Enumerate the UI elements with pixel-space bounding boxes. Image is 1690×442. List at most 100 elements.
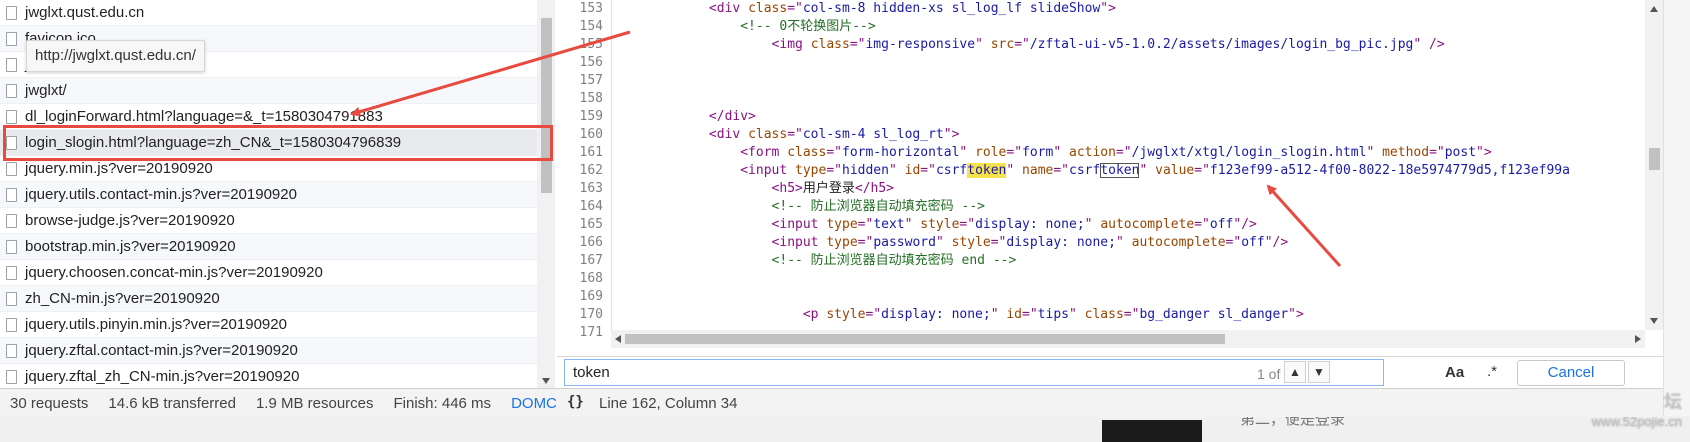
url-tooltip: http://jwglxt.qust.edu.cn/ bbox=[26, 40, 205, 72]
request-row[interactable]: jquery.min.js?ver=20190920 bbox=[0, 156, 537, 182]
line-number: 158 bbox=[579, 91, 603, 106]
background-window bbox=[0, 416, 1690, 442]
code-vertical-scrollbar[interactable] bbox=[1645, 0, 1663, 330]
scrollbar-thumb[interactable] bbox=[541, 18, 552, 193]
line-number: 166 bbox=[579, 235, 603, 250]
next-match-button[interactable]: ▼ bbox=[1308, 361, 1330, 383]
line-number: 170 bbox=[579, 307, 603, 322]
code-line: <!-- 防止浏览器自动填充密码 --> bbox=[615, 198, 985, 216]
request-name: dl_loginForward.html?language=&_t=158030… bbox=[25, 108, 383, 125]
code-token: style bbox=[951, 235, 991, 250]
code-token: style bbox=[920, 217, 960, 232]
file-icon bbox=[6, 291, 17, 306]
code-horizontal-scrollbar[interactable] bbox=[611, 330, 1645, 348]
code-token: img-responsive bbox=[865, 37, 976, 52]
request-row[interactable]: zh_CN-min.js?ver=20190920 bbox=[0, 286, 537, 312]
scroll-left-icon[interactable] bbox=[615, 335, 621, 343]
code-token: /zftal-ui-v5-1.0.2/assets/images/login_b… bbox=[1029, 37, 1414, 52]
code-token: id bbox=[904, 163, 921, 178]
code-token: " bbox=[1053, 145, 1069, 160]
cancel-button[interactable]: Cancel bbox=[1517, 360, 1625, 386]
line-number: 160 bbox=[579, 127, 603, 142]
request-name: zh_CN-min.js?ver=20190920 bbox=[25, 290, 220, 307]
code-line: <!-- 0不轮换图片--> bbox=[615, 18, 876, 36]
request-row[interactable]: bootstrap.min.js?ver=20190920 bbox=[0, 234, 537, 260]
request-name: jquery.zftal.contact-min.js?ver=20190920 bbox=[25, 342, 298, 359]
request-row[interactable]: jquery.choosen.concat-min.js?ver=2019092… bbox=[0, 260, 537, 286]
code-token: =" bbox=[920, 163, 936, 178]
scroll-down-icon[interactable] bbox=[542, 378, 550, 384]
line-number: 167 bbox=[579, 253, 603, 268]
request-row[interactable]: jwglxt.qust.edu.cn bbox=[0, 0, 537, 26]
code-token: action bbox=[1069, 145, 1116, 160]
code-token: =" bbox=[826, 145, 842, 160]
request-row[interactable]: login_slogin.html?language=zh_CN&_t=1580… bbox=[0, 130, 537, 156]
code-token: =" bbox=[1006, 145, 1023, 160]
previous-match-button[interactable]: ▲ bbox=[1284, 361, 1306, 383]
code-token: <div bbox=[708, 1, 749, 16]
request-row[interactable]: jquery.utils.contact-min.js?ver=20190920 bbox=[0, 182, 537, 208]
code-token: class bbox=[810, 37, 850, 52]
request-row[interactable]: jquery.zftal_zh_CN-min.js?ver=20190920 bbox=[0, 364, 537, 388]
code-token: " bbox=[935, 235, 952, 250]
code-token: " bbox=[959, 145, 976, 160]
pretty-print-button[interactable]: {} bbox=[567, 394, 584, 410]
code-token: =" bbox=[1194, 217, 1210, 232]
code-token: =" bbox=[787, 127, 803, 142]
search-bar: 1 of 2 ▲ ▼ Aa .* Cancel bbox=[557, 356, 1663, 389]
code-line: <div class="col-sm-8 hidden-xs sl_log_lf… bbox=[615, 0, 1116, 18]
request-row[interactable]: jquery.utils.pinyin.min.js?ver=20190920 bbox=[0, 312, 537, 338]
scroll-down-icon[interactable] bbox=[1650, 318, 1658, 324]
request-name: jquery.utils.pinyin.min.js?ver=20190920 bbox=[25, 316, 287, 333]
code-token: col-sm-8 hidden-xs sl_log_lf slideShow bbox=[802, 1, 1101, 16]
request-row[interactable]: browse-judge.js?ver=20190920 bbox=[0, 208, 537, 234]
code-token: =" bbox=[826, 163, 842, 178]
code-token: off bbox=[1241, 235, 1265, 250]
code-token: </div> bbox=[708, 109, 756, 124]
code-token: <div bbox=[708, 127, 749, 142]
scroll-right-icon[interactable] bbox=[1635, 335, 1641, 343]
request-row[interactable]: dl_loginForward.html?language=&_t=158030… bbox=[0, 104, 537, 130]
scrollbar-thumb[interactable] bbox=[1649, 148, 1660, 170]
code-token: class bbox=[1084, 307, 1124, 322]
file-icon bbox=[6, 187, 17, 202]
scrollbar-thumb[interactable] bbox=[625, 334, 1225, 344]
code-token: display: none; bbox=[1006, 235, 1116, 250]
code-line: <input type="text" style="display: none;… bbox=[615, 216, 1257, 234]
code-area[interactable]: <div class =" col-sm-8 hidden-xs sl_log_lf… bbox=[615, 0, 1645, 330]
line-number: 169 bbox=[579, 289, 603, 304]
scroll-up-icon[interactable] bbox=[1650, 6, 1658, 12]
code-token: <form bbox=[740, 145, 788, 160]
domcontentloaded-time: DOMC bbox=[511, 394, 557, 412]
request-name: login_slogin.html?language=zh_CN&_t=1580… bbox=[25, 134, 402, 151]
request-name: jquery.zftal_zh_CN-min.js?ver=20190920 bbox=[25, 368, 300, 385]
code-token: bg_danger sl_danger bbox=[1139, 307, 1289, 322]
code-token: f123ef99-a512-4f00-8022-18e5974779d5,f12… bbox=[1209, 163, 1570, 178]
request-row[interactable]: jwglxt/ bbox=[0, 78, 537, 104]
request-row[interactable]: jquery.zftal.contact-min.js?ver=20190920 bbox=[0, 338, 537, 364]
code-token: " bbox=[904, 217, 921, 232]
code-token: csrf bbox=[935, 163, 968, 178]
regex-toggle[interactable]: .* bbox=[1487, 363, 1497, 380]
code-token: =" bbox=[1429, 145, 1445, 160]
code-token: =" bbox=[1194, 163, 1210, 178]
request-name: jquery.min.js?ver=20190920 bbox=[25, 160, 213, 177]
code-token: =" bbox=[1115, 145, 1132, 160]
match-case-toggle[interactable]: Aa bbox=[1445, 364, 1464, 381]
line-number: 155 bbox=[579, 37, 603, 52]
chevron-up-icon: ▲ bbox=[1289, 365, 1301, 379]
code-token: password bbox=[873, 235, 936, 250]
code-token: <!-- 0不轮换图片--> bbox=[740, 19, 876, 34]
file-icon bbox=[6, 31, 17, 46]
code-line: <input type="hidden" id="csrftoken" name… bbox=[615, 162, 1570, 180]
code-token: display: none; bbox=[881, 307, 991, 322]
request-name: browse-judge.js?ver=20190920 bbox=[25, 212, 235, 229]
line-number: 161 bbox=[579, 145, 603, 160]
code-token: =" bbox=[1053, 163, 1070, 178]
code-token: csrf bbox=[1069, 163, 1101, 178]
request-list-scrollbar[interactable] bbox=[537, 0, 555, 388]
